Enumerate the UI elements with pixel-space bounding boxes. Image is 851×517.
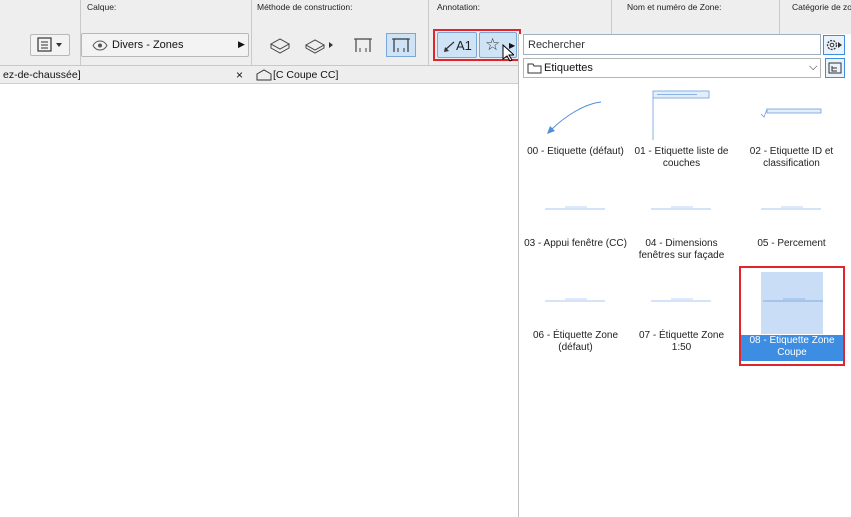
divider xyxy=(428,0,429,66)
zone-category-label: Catégorie de zo xyxy=(792,2,851,12)
chevron-down-icon: ⌵ xyxy=(809,61,818,73)
star-icon: ☆ xyxy=(485,35,501,54)
label-item-01[interactable]: 01 - Etiquette liste de couches xyxy=(629,90,734,182)
folder-icon xyxy=(527,63,542,74)
label-item-02[interactable]: 02 - Etiquette ID et classification xyxy=(739,90,844,182)
tab-ground-floor[interactable]: ez-de-chaussée] xyxy=(3,69,81,81)
label-button-text: A1 xyxy=(456,38,472,53)
label-preview-line xyxy=(763,298,823,302)
zone-box-icon xyxy=(269,38,291,54)
item-label: 06 - Étiquette Zone (défaut) xyxy=(532,330,619,353)
label-preview-line xyxy=(545,206,605,210)
calque-label: Calque: xyxy=(87,2,117,12)
close-tab-icon[interactable]: × xyxy=(236,68,243,82)
label-item-00[interactable]: 00 - Etiquette (défaut) xyxy=(523,90,628,182)
method-rectangle-button[interactable] xyxy=(386,33,416,57)
label-item-07[interactable]: 07 - Étiquette Zone 1:50 xyxy=(629,274,734,366)
divider xyxy=(251,0,252,66)
label-item-04[interactable]: 04 - Dimensions fenêtres sur façade xyxy=(629,182,734,274)
label-preview-line xyxy=(761,206,821,210)
label-preview-id xyxy=(760,108,822,118)
method-extrude-button[interactable] xyxy=(302,34,338,56)
label-item-03[interactable]: 03 - Appui fenêtre (CC) xyxy=(523,182,628,274)
favorites-panel: Rechercher Etiquettes ⌵ 00 - Etiquette (… xyxy=(518,34,851,517)
label-item-05[interactable]: 05 - Percement xyxy=(739,182,844,274)
method-manual-button[interactable] xyxy=(349,34,377,56)
tab-section-cc[interactable]: [C Coupe CC] xyxy=(273,69,338,81)
method-label: Méthode de construction: xyxy=(257,2,353,12)
label-preview-line xyxy=(651,298,711,302)
folder-select[interactable]: Etiquettes ⌵ xyxy=(523,58,821,78)
settings-dialog-icon xyxy=(37,37,62,52)
rectangle-zone-icon xyxy=(392,38,410,52)
label-preview-line xyxy=(651,206,711,210)
item-label: 07 - Étiquette Zone 1:50 xyxy=(638,330,725,353)
search-input[interactable]: Rechercher xyxy=(523,34,821,55)
item-label: 08 - Étiquette Zone Coupe xyxy=(741,335,843,361)
mouse-cursor-icon xyxy=(502,44,514,62)
folder-label: Etiquettes xyxy=(544,62,593,74)
label-arrow-icon xyxy=(444,41,455,52)
label-item-08[interactable]: 08 - Étiquette Zone Coupe xyxy=(741,268,843,364)
folder-tree-button[interactable] xyxy=(825,58,845,78)
label-preview-list xyxy=(652,90,710,140)
item-label: 01 - Etiquette liste de couches xyxy=(634,146,729,169)
zone-extrude-icon xyxy=(304,39,333,54)
item-label: 02 - Etiquette ID et classification xyxy=(749,146,834,169)
folder-tree-icon xyxy=(828,62,842,74)
search-placeholder: Rechercher xyxy=(528,39,585,51)
item-label: 03 - Appui fenêtre (CC) xyxy=(524,238,627,249)
manual-polygon-icon xyxy=(354,38,372,52)
item-label: 04 - Dimensions fenêtres sur façade xyxy=(638,238,725,261)
item-label: 05 - Percement xyxy=(757,238,826,249)
view-tab-bar: ez-de-chaussée] × [C Coupe CC] xyxy=(0,66,520,84)
label-item-06[interactable]: 06 - Étiquette Zone (défaut) xyxy=(523,274,628,366)
zone-name-label: Nom et numéro de Zone: xyxy=(627,2,722,12)
search-settings-button[interactable] xyxy=(823,35,845,55)
section-view-icon xyxy=(256,69,272,81)
chevron-right-icon: ▶ xyxy=(238,39,245,49)
method-3d-box-button[interactable] xyxy=(266,34,294,56)
label-preview-arrow xyxy=(547,101,602,134)
favorites-settings-button[interactable] xyxy=(30,34,70,56)
eye-icon xyxy=(92,40,108,51)
layer-value: Divers - Zones xyxy=(112,39,184,51)
gear-icon xyxy=(826,39,842,51)
layer-selector[interactable]: Divers - Zones ▶ xyxy=(81,33,249,57)
annotation-label: Annotation: xyxy=(437,2,481,12)
label-settings-button[interactable]: A1 xyxy=(437,32,477,58)
item-label: 00 - Etiquette (défaut) xyxy=(527,146,624,157)
label-preview-line xyxy=(545,298,605,302)
